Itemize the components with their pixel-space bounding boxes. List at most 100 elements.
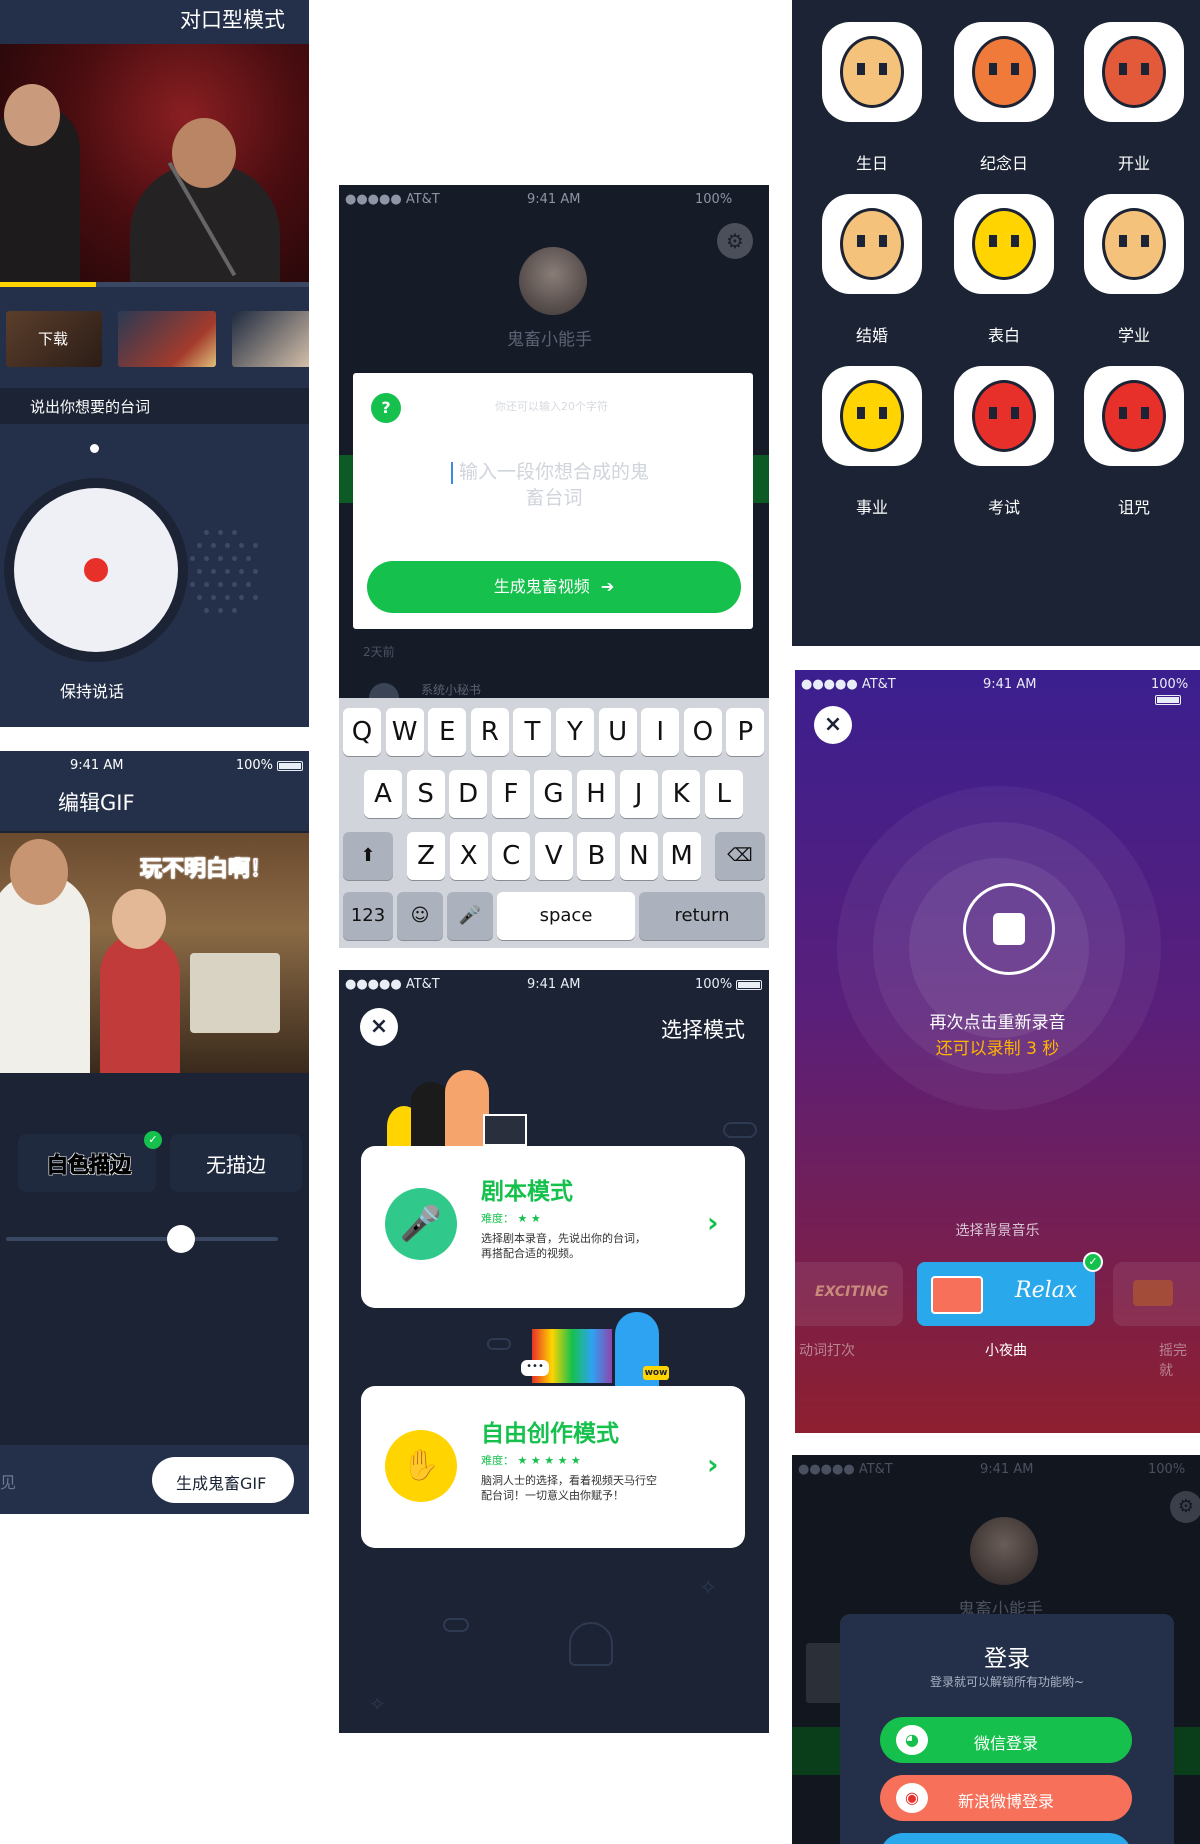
- page-title: 编辑GIF: [58, 791, 135, 815]
- hold-hint: 保持说话: [60, 682, 125, 701]
- duet-mode-screen: 对口型模式 下载 说出你想要的台词 保持说话: [0, 0, 309, 727]
- occasion-card[interactable]: [954, 22, 1054, 122]
- occasion-card[interactable]: [822, 366, 922, 466]
- lyric-input[interactable]: 输入一段你想合成的鬼畜台词: [459, 459, 649, 511]
- decorative-dot: [232, 530, 237, 535]
- close-button[interactable]: ×: [360, 1008, 398, 1046]
- key-y[interactable]: Y: [556, 708, 594, 756]
- glasses-worker-icon: [840, 380, 904, 452]
- key-a[interactable]: A: [364, 770, 402, 818]
- key-h[interactable]: H: [577, 770, 615, 818]
- key-r[interactable]: R: [470, 708, 509, 756]
- occasion-card[interactable]: [954, 194, 1054, 294]
- red-devil-icon: [1102, 380, 1166, 452]
- key-l[interactable]: L: [704, 770, 743, 818]
- video-progress-fill[interactable]: [0, 282, 96, 287]
- microphone-icon: 🎤: [385, 1188, 457, 1260]
- dictation-key[interactable]: 🎤: [447, 892, 493, 940]
- key-j[interactable]: J: [619, 770, 658, 818]
- weibo-login-label: 新浪微博登录: [957, 1792, 1054, 1811]
- status-battery: 100%: [1151, 677, 1200, 707]
- space-key[interactable]: space: [497, 892, 635, 940]
- mode-script-desc-1: 选择剧本录音，先说出你的台词，: [481, 1232, 646, 1245]
- key-b[interactable]: B: [577, 832, 616, 880]
- face-eyes-icon: [857, 407, 887, 419]
- occasion-card[interactable]: [1084, 366, 1184, 466]
- key-c[interactable]: C: [492, 832, 531, 880]
- battery-icon: [1155, 694, 1181, 705]
- thumbnail-download[interactable]: 下载: [6, 311, 102, 367]
- key-u[interactable]: U: [598, 708, 637, 756]
- mode-free-difficulty: 难度： ★ ★ ★ ★ ★: [481, 1452, 581, 1468]
- key-m[interactable]: M: [662, 832, 701, 880]
- old-man-glasses-icon: [840, 36, 904, 108]
- key-n[interactable]: N: [620, 832, 658, 880]
- key-w[interactable]: W: [385, 708, 424, 756]
- key-i[interactable]: I: [641, 708, 680, 756]
- key-d[interactable]: D: [449, 770, 488, 818]
- thumbnail-clip-3[interactable]: [232, 311, 309, 367]
- key-f[interactable]: F: [491, 770, 530, 818]
- status-carrier: ●●●●● AT&T: [801, 677, 896, 692]
- username: 鬼畜小能手: [507, 330, 592, 350]
- stroke-slider-handle[interactable]: [167, 1225, 195, 1253]
- key-z[interactable]: Z: [407, 832, 445, 880]
- status-time: 9:41 AM: [980, 1462, 1034, 1477]
- track-exciting-title: EXCITING: [815, 1284, 889, 1300]
- duet-video[interactable]: [0, 44, 309, 284]
- gif-preview[interactable]: 玩不明白啊！: [0, 833, 309, 1073]
- decorative-dot: [225, 569, 230, 574]
- status-time: 9:41 AM: [983, 677, 1037, 692]
- key-t[interactable]: T: [513, 708, 552, 756]
- key-e[interactable]: E: [428, 708, 467, 756]
- star-decoration: ✧: [369, 1692, 386, 1716]
- status-carrier: ●●●●● AT&T: [345, 192, 440, 207]
- decorative-dot: [197, 595, 202, 600]
- mode-free-desc-2: 配台词！一切意义由你赋予！: [481, 1489, 624, 1502]
- stroke-slider-track[interactable]: [6, 1237, 278, 1241]
- numbers-key[interactable]: 123: [343, 892, 393, 940]
- track-relax-title: Relax: [1015, 1278, 1078, 1303]
- decorative-dot: [218, 530, 223, 535]
- status-battery: 100%: [1148, 1462, 1186, 1477]
- settings-gear-button[interactable]: ⚙: [1170, 1491, 1200, 1523]
- selected-check-icon: ✓: [1083, 1252, 1103, 1272]
- third-login-button[interactable]: [880, 1833, 1132, 1844]
- key-p[interactable]: P: [726, 708, 765, 756]
- thumbnail-clip-2[interactable]: [118, 311, 216, 367]
- decorative-dot: [239, 569, 244, 574]
- occasion-card[interactable]: [822, 194, 922, 294]
- performer-right-head: [172, 118, 236, 188]
- generate-gif-label: 生成鬼畜GIF: [176, 1474, 267, 1493]
- status-bar: 9:41 AM 100%: [0, 751, 309, 779]
- occasion-label: 学业: [1117, 326, 1150, 345]
- help-icon[interactable]: ?: [371, 393, 401, 423]
- key-x[interactable]: X: [449, 832, 488, 880]
- settings-gear-button[interactable]: ⚙: [717, 223, 753, 259]
- decorative-dot: [253, 569, 258, 574]
- occasion-card[interactable]: [954, 366, 1054, 466]
- shift-key[interactable]: ⬆: [343, 832, 393, 880]
- face-eyes-icon: [1119, 63, 1149, 75]
- key-g[interactable]: G: [534, 770, 573, 818]
- occasion-card[interactable]: [1084, 22, 1184, 122]
- occasion-screen: 生日 纪念日 开业 结婚 表白 学业 事业 考试 诅咒: [792, 0, 1200, 646]
- key-k[interactable]: K: [662, 770, 701, 818]
- decorative-dot: [253, 543, 258, 548]
- key-v[interactable]: V: [534, 832, 573, 880]
- emoji-key[interactable]: ☺: [397, 892, 443, 940]
- decorative-dot: [239, 543, 244, 548]
- key-s[interactable]: S: [406, 770, 445, 818]
- return-key[interactable]: return: [639, 892, 765, 940]
- decorative-dot: [218, 582, 223, 587]
- left-hint: 见: [0, 1473, 17, 1492]
- key-o[interactable]: O: [683, 708, 722, 756]
- backspace-key[interactable]: ⌫: [715, 832, 765, 880]
- option-white-stroke-label: 白色描边: [47, 1153, 132, 1178]
- close-button[interactable]: ×: [814, 706, 852, 744]
- occasion-card[interactable]: [1084, 194, 1184, 294]
- keyboard: Q W E R T Y U I O P A S D F G H J K L ⬆ Z X C V B N M ⌫ 123 ☺ 🎤 space re…: [339, 698, 769, 948]
- occasion-label: 表白: [987, 326, 1020, 345]
- occasion-card[interactable]: [822, 22, 922, 122]
- key-q[interactable]: Q: [343, 708, 381, 756]
